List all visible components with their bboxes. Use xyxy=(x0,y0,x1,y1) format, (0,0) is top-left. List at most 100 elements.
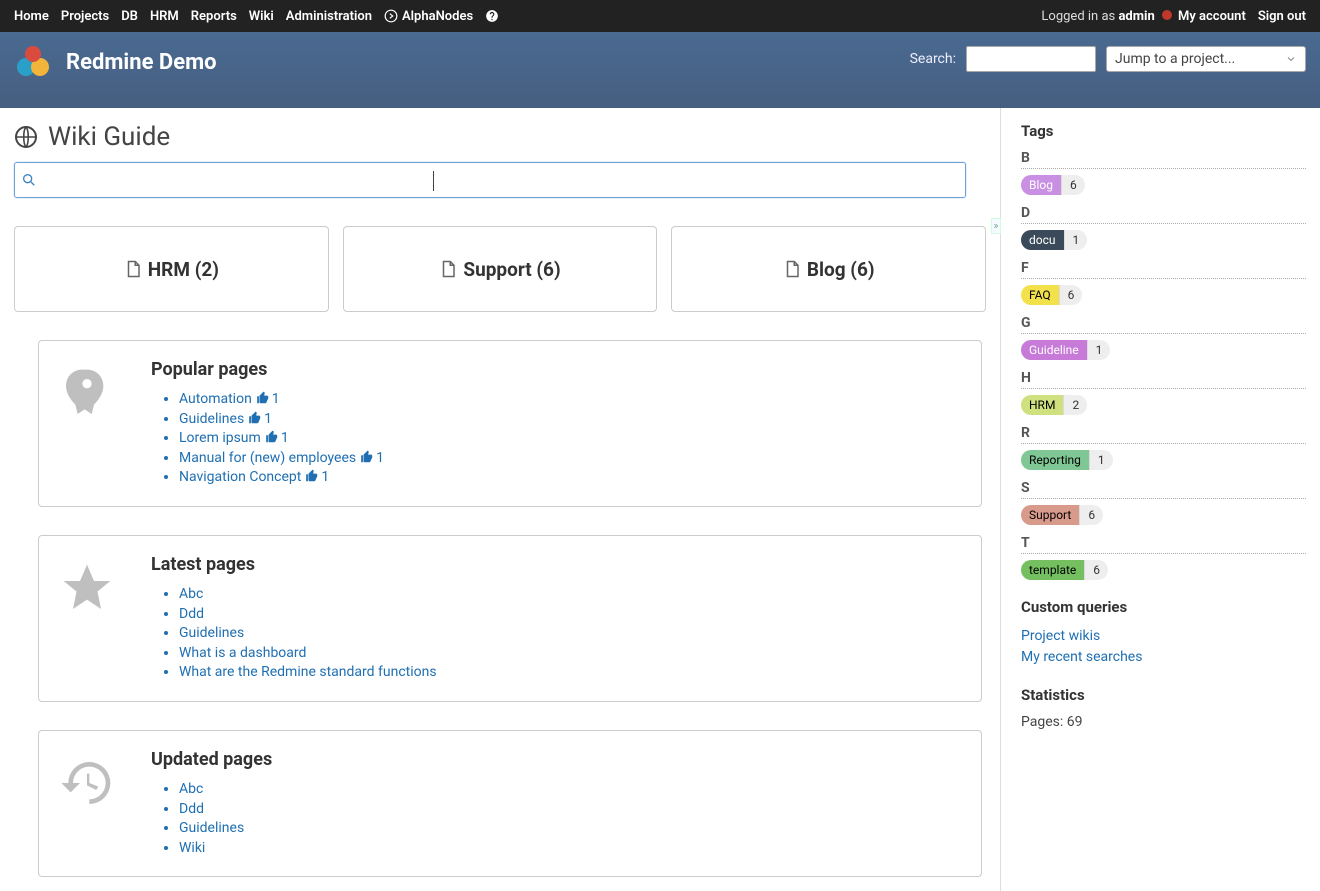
popular-pages-list: Automation1 Guidelines1 Lorem ipsum1 Man… xyxy=(151,390,384,488)
list-item: Wiki xyxy=(179,839,272,859)
updated-pages-list: Abc Ddd Guidelines Wiki xyxy=(151,780,272,858)
project-jump-label: Jump to a project... xyxy=(1115,51,1235,67)
statistics-section: Statistics Pages: 69 xyxy=(1021,686,1306,730)
document-icon xyxy=(439,258,457,280)
stats-label: Pages: xyxy=(1021,714,1067,730)
tag-name: Blog xyxy=(1021,175,1061,195)
tag-name: HRM xyxy=(1021,395,1063,415)
tag-count: 1 xyxy=(1089,450,1113,470)
sidebar-collapse-handle[interactable]: » xyxy=(991,218,1001,234)
nav-sign-out[interactable]: Sign out xyxy=(1252,3,1312,30)
search-label: Search: xyxy=(910,51,956,67)
tag-count: 1 xyxy=(1064,230,1088,250)
tag-line: Guideline1 xyxy=(1021,340,1306,360)
tag-pill[interactable]: docu1 xyxy=(1021,230,1087,250)
loggedin-prefix: Logged in as xyxy=(1041,9,1118,24)
global-search-input[interactable] xyxy=(966,46,1096,72)
sidebar: Tags BBlog6Ddocu1FFAQ6GGuideline1HHRM2RR… xyxy=(1000,108,1320,891)
updated-pages-body: Updated pages Abc Ddd Guidelines Wiki xyxy=(151,749,272,858)
nav-card-hrm[interactable]: HRM (2) xyxy=(14,226,329,312)
tag-name: Reporting xyxy=(1021,450,1089,470)
wiki-search-box[interactable] xyxy=(14,162,966,198)
page-link[interactable]: Navigation Concept xyxy=(179,469,301,485)
nav-hrm[interactable]: HRM xyxy=(144,3,185,30)
like-count: 1 xyxy=(264,411,272,427)
page-link[interactable]: Manual for (new) employees xyxy=(179,450,356,466)
tag-pill[interactable]: Blog6 xyxy=(1021,175,1085,195)
list-item: Guidelines xyxy=(179,624,437,644)
nav-home[interactable]: Home xyxy=(8,3,55,30)
latest-pages-title: Latest pages xyxy=(151,554,437,575)
top-menu-left: Home Projects DB HRM Reports Wiki Admini… xyxy=(8,3,505,30)
nav-help[interactable] xyxy=(479,3,505,29)
tag-pill[interactable]: Guideline1 xyxy=(1021,340,1110,360)
nav-alphanodes[interactable]: AlphaNodes xyxy=(378,3,479,30)
like-count: 1 xyxy=(376,450,384,466)
project-jump-select[interactable]: Jump to a project... xyxy=(1106,46,1306,72)
page-link[interactable]: Abc xyxy=(179,781,203,797)
custom-query-link[interactable]: Project wikis xyxy=(1021,626,1306,647)
page-link[interactable]: Guidelines xyxy=(179,820,244,836)
nav-card-support[interactable]: Support (6) xyxy=(343,226,658,312)
nav-db[interactable]: DB xyxy=(115,3,144,30)
wiki-search-input[interactable] xyxy=(43,166,959,194)
page-link[interactable]: Wiki xyxy=(179,840,205,856)
thumbs-up-icon xyxy=(305,469,319,483)
document-icon xyxy=(783,258,801,280)
tag-pill[interactable]: Reporting1 xyxy=(1021,450,1113,470)
tag-name: template xyxy=(1021,560,1084,580)
popular-pages-body: Popular pages Automation1 Guidelines1 Lo… xyxy=(151,359,384,488)
app-title: Redmine Demo xyxy=(66,50,217,75)
page-link[interactable]: Automation xyxy=(179,391,252,407)
list-item: Guidelines 1 xyxy=(179,410,384,430)
tag-line: template6 xyxy=(1021,560,1306,580)
nav-administration[interactable]: Administration xyxy=(280,3,378,30)
custom-queries-title: Custom queries xyxy=(1021,598,1306,616)
tag-count: 6 xyxy=(1079,505,1103,525)
page-link[interactable]: Lorem ipsum xyxy=(179,430,261,446)
nav-projects[interactable]: Projects xyxy=(55,3,115,30)
tag-letter: G xyxy=(1021,315,1306,334)
nav-wiki[interactable]: Wiki xyxy=(243,3,280,30)
nav-reports[interactable]: Reports xyxy=(185,3,243,30)
tag-groups: BBlog6Ddocu1FFAQ6GGuideline1HHRM2RReport… xyxy=(1021,150,1306,580)
page-link[interactable]: Abc xyxy=(179,586,203,602)
tag-count: 6 xyxy=(1061,175,1085,195)
top-menu: Home Projects DB HRM Reports Wiki Admini… xyxy=(0,0,1320,32)
page-link[interactable]: What are the Redmine standard functions xyxy=(179,664,437,680)
tag-pill[interactable]: template6 xyxy=(1021,560,1108,580)
tag-name: FAQ xyxy=(1021,285,1059,305)
tag-count: 6 xyxy=(1084,560,1108,580)
popular-pages-panel: Popular pages Automation1 Guidelines1 Lo… xyxy=(38,340,982,507)
tag-name: Guideline xyxy=(1021,340,1087,360)
header: Redmine Demo Search: Jump to a project..… xyxy=(0,32,1320,108)
statistics-title: Statistics xyxy=(1021,686,1306,704)
nav-card-blog[interactable]: Blog (6) xyxy=(671,226,986,312)
list-item: Guidelines xyxy=(179,819,272,839)
tag-pill[interactable]: FAQ6 xyxy=(1021,285,1082,305)
tag-pill[interactable]: HRM2 xyxy=(1021,395,1087,415)
like-count: 1 xyxy=(281,430,289,446)
thumbs-up-icon xyxy=(256,391,270,405)
page-link[interactable]: Ddd xyxy=(179,801,204,817)
updated-pages-panel: Updated pages Abc Ddd Guidelines Wiki xyxy=(38,730,982,877)
page-title-text: Wiki Guide xyxy=(48,122,170,152)
tag-letter: H xyxy=(1021,370,1306,389)
page-title: Wiki Guide xyxy=(14,122,986,152)
page-link[interactable]: Guidelines xyxy=(179,411,244,427)
page-link[interactable]: What is a dashboard xyxy=(179,645,306,661)
tag-pill[interactable]: Support6 xyxy=(1021,505,1103,525)
star-icon xyxy=(59,560,115,683)
history-icon xyxy=(59,755,115,858)
page-link[interactable]: Ddd xyxy=(179,606,204,622)
nav-my-account[interactable]: My account xyxy=(1172,3,1252,30)
like-count: 1 xyxy=(272,391,280,407)
chevron-down-icon xyxy=(1285,53,1297,65)
tag-name: Support xyxy=(1021,505,1079,525)
tags-title: Tags xyxy=(1021,122,1306,140)
header-left: Redmine Demo xyxy=(14,42,217,82)
list-item: Abc xyxy=(179,585,437,605)
custom-query-link[interactable]: My recent searches xyxy=(1021,647,1306,668)
list-item: Ddd xyxy=(179,605,437,625)
page-link[interactable]: Guidelines xyxy=(179,625,244,641)
